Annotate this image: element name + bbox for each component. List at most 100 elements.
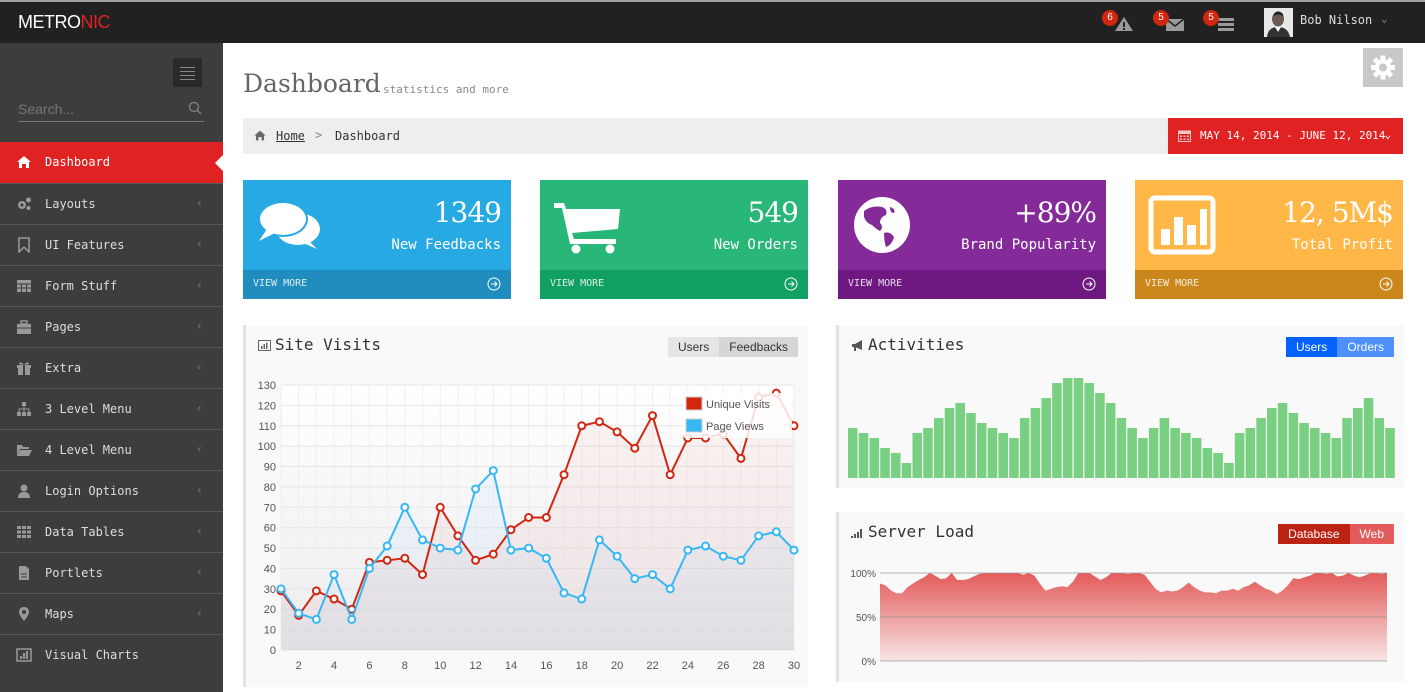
activity-bar <box>1310 428 1320 478</box>
sidebar-item-label: Pages <box>45 320 82 334</box>
activity-bar <box>998 433 1008 478</box>
stat-tile-total-profit: 12, 5M$ Total Profit VIEW MORE <box>1135 180 1403 299</box>
activity-bar <box>1213 453 1223 478</box>
sidebar-toggle-button[interactable] <box>173 58 202 87</box>
search-icon[interactable] <box>188 101 202 115</box>
data-point <box>311 586 321 596</box>
stat-number: 12, 5M$ <box>1282 196 1394 229</box>
data-point <box>329 594 339 604</box>
breadcrumb-home-link[interactable]: Home <box>276 129 305 143</box>
feedbacks-button[interactable]: Feedbacks <box>719 337 798 357</box>
y-tick-label: 80 <box>264 482 276 494</box>
data-point <box>488 466 498 476</box>
site-visits-chart: 01020304050607080901001101201302 4 6 8 10 12 1… <box>258 380 800 672</box>
data-point <box>594 417 604 427</box>
y-tick-label: 100% <box>850 569 876 580</box>
activity-bar <box>1277 403 1288 478</box>
x-tick-label: 28 <box>752 660 764 672</box>
notification-button[interactable]: 6 <box>1102 10 1134 32</box>
y-tick-label: 70 <box>264 502 276 514</box>
data-point <box>453 545 463 555</box>
avatar[interactable] <box>1264 8 1293 37</box>
x-tick-label: 20 <box>611 660 623 672</box>
activity-bar <box>1030 408 1041 478</box>
chevron-left-icon: ‹ <box>195 196 203 210</box>
sidebar-item-extra[interactable]: Extra ‹ <box>0 347 223 388</box>
server-load-chart: 0% 50% 100% <box>850 569 1387 668</box>
y-tick-label: 90 <box>264 462 276 474</box>
user-name[interactable]: Bob Nilson <box>1300 13 1372 27</box>
data-point <box>541 553 551 563</box>
sidebar-item-maps[interactable]: Maps ‹ <box>0 593 223 634</box>
data-point <box>683 545 693 555</box>
users-button[interactable]: Users <box>1285 337 1338 357</box>
sidebar-item-portlets[interactable]: Portlets ‹ <box>0 552 223 593</box>
activity-bar <box>1342 418 1352 478</box>
orders-button[interactable]: Orders <box>1337 337 1394 357</box>
inbox-button[interactable]: 5 <box>1153 10 1185 32</box>
sidebar-item-label: UI Features <box>45 238 125 252</box>
sidebar-item-label: Maps <box>45 607 74 621</box>
y-tick-label: 0 <box>270 645 276 657</box>
data-point <box>329 570 339 580</box>
data-point <box>382 555 392 565</box>
x-tick-label: 30 <box>788 660 800 672</box>
map-marker-icon <box>19 607 29 621</box>
activity-bar <box>1256 418 1266 478</box>
arrow-circle-right-icon <box>1379 277 1393 291</box>
logo[interactable]: METRONIC <box>18 12 110 33</box>
data-point <box>559 470 569 480</box>
globe-icon <box>854 197 910 253</box>
portlet-title: Server Load <box>851 522 974 541</box>
sidebar-item-label: Dashboard <box>45 155 111 169</box>
search-input[interactable] <box>18 98 178 120</box>
y-tick-label: 110 <box>258 421 276 433</box>
view-more-link[interactable]: VIEW MORE <box>838 270 1106 299</box>
y-tick-label: 130 <box>258 380 276 392</box>
bookmark-icon <box>18 237 30 253</box>
x-tick-label: 22 <box>646 660 658 672</box>
activity-bar <box>1224 463 1234 478</box>
activity-bar <box>858 433 869 478</box>
notification-badge: 6 <box>1102 10 1118 26</box>
chevron-left-icon: ‹ <box>195 401 203 415</box>
active-indicator <box>215 155 223 171</box>
view-more-link[interactable]: VIEW MORE <box>243 270 511 299</box>
chevron-down-icon[interactable]: ⌄ <box>1381 12 1388 25</box>
bar-chart-icon <box>1148 195 1216 255</box>
chevron-left-icon: ‹ <box>195 442 203 456</box>
activity-bar <box>1095 393 1105 478</box>
view-more-link[interactable]: VIEW MORE <box>1135 270 1403 299</box>
sidebar-item-dashboard[interactable]: Dashboard <box>0 142 223 183</box>
data-point <box>488 549 498 559</box>
portlet-title-text: Activities <box>868 335 965 354</box>
sidebar-item-label: 3 Level Menu <box>45 402 132 416</box>
web-button[interactable]: Web <box>1349 524 1394 544</box>
data-point <box>577 421 587 431</box>
sidebar-item-login-options[interactable]: Login Options ‹ <box>0 470 223 511</box>
users-button[interactable]: Users <box>667 337 720 357</box>
activity-bar <box>901 463 912 478</box>
date-range-picker[interactable]: MAY 14, 2014 - JUNE 12, 2014 ⌄ <box>1168 118 1403 154</box>
data-point <box>665 470 675 480</box>
x-tick-label: 6 <box>366 660 372 672</box>
activity-bar <box>1245 428 1256 478</box>
tasks-button[interactable]: 5 <box>1203 10 1235 32</box>
database-button[interactable]: Database <box>1278 524 1350 544</box>
sidebar-item-3-level-menu[interactable]: 3 Level Menu ‹ <box>0 388 223 429</box>
site-visits-portlet: Site Visits Users Feedbacks 0 10 20 30 40 50 6… <box>243 325 808 687</box>
sidebar-item-4-level-menu[interactable]: 4 Level Menu ‹ <box>0 429 223 470</box>
sidebar-item-visual-charts[interactable]: Visual Charts <box>0 634 223 675</box>
sidebar-item-form-stuff[interactable]: Form Stuff ‹ <box>0 265 223 306</box>
view-more-link[interactable]: VIEW MORE <box>540 270 808 299</box>
sidebar-item-ui-features[interactable]: UI Features ‹ <box>0 224 223 265</box>
y-tick-label: 50 <box>264 543 276 555</box>
sidebar-item-data-tables[interactable]: Data Tables ‹ <box>0 511 223 552</box>
sidebar-item-layouts[interactable]: Layouts ‹ <box>0 183 223 224</box>
y-tick-label: 40 <box>264 563 276 575</box>
sidebar-item-pages[interactable]: Pages ‹ <box>0 306 223 347</box>
sidebar-item-label: Login Options <box>45 484 139 498</box>
activity-bar <box>933 418 944 478</box>
theme-settings-button[interactable] <box>1363 48 1403 87</box>
site-visits-toggle: Users Feedbacks <box>667 337 798 357</box>
